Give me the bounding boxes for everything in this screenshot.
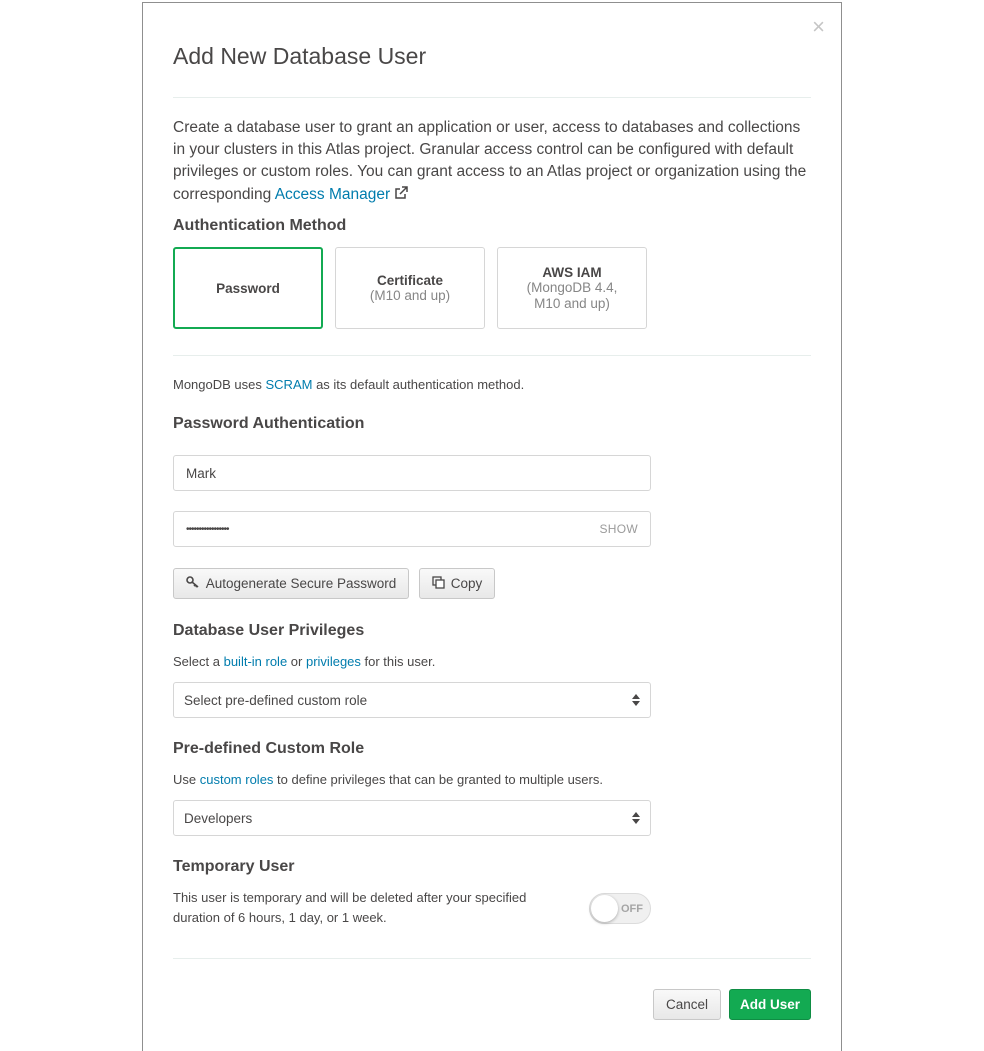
copy-icon — [432, 575, 445, 592]
custom-role-label: Pre-defined Custom Role — [173, 740, 365, 757]
temporary-user-desc: This user is temporary and will be delet… — [173, 890, 527, 925]
auth-option-aws-iam[interactable]: AWS IAM (MongoDB 4.4, M10 and up) — [497, 247, 647, 329]
auth-method-label: Authentication Method — [173, 217, 347, 234]
temporary-user-label: Temporary User — [173, 858, 295, 875]
privileges-select-value: Select pre-defined custom role — [184, 692, 368, 708]
custom-role-select-value: Developers — [184, 810, 253, 826]
custom-roles-link[interactable]: custom roles — [200, 772, 274, 787]
built-in-role-link[interactable]: built-in role — [224, 654, 288, 669]
scram-link[interactable]: SCRAM — [266, 377, 313, 392]
privileges-desc-post: for this user. — [360, 654, 436, 669]
external-link-icon[interactable] — [394, 186, 409, 202]
auth-option-password[interactable]: Password — [173, 247, 323, 329]
autogenerate-label: Autogenerate Secure Password — [205, 576, 397, 591]
auth-option-name: Certificate — [376, 272, 444, 288]
custom-role-desc-post: to define privileges that can be granted… — [273, 772, 603, 787]
password-auth-label: Password Authentication — [173, 415, 365, 432]
intro-text: Create a database user to grant an appli… — [173, 117, 813, 206]
auth-option-name: AWS IAM — [542, 264, 602, 280]
copy-button[interactable]: Copy — [419, 568, 495, 599]
toggle-state-label: OFF — [621, 903, 643, 915]
privileges-desc-mid: or — [287, 654, 306, 669]
username-value: Mark — [186, 465, 216, 481]
intro-body: Create a database user to grant an appli… — [173, 119, 807, 203]
auth-option-sub: (MongoDB 4.4, M10 and up) — [526, 279, 618, 311]
key-icon — [185, 576, 200, 591]
cancel-button[interactable]: Cancel — [653, 989, 721, 1020]
modal-title: Add New Database User — [173, 43, 427, 69]
custom-role-desc: Use custom roles to define privileges th… — [173, 772, 603, 787]
password-value: ••••••••••••••••• — [186, 523, 230, 535]
divider — [173, 97, 811, 98]
custom-role-select[interactable]: Developers — [173, 800, 651, 836]
scram-note-post: as its default authentication method. — [312, 377, 525, 392]
access-manager-link[interactable]: Access Manager — [275, 186, 390, 203]
autogenerate-password-button[interactable]: Autogenerate Secure Password — [173, 568, 409, 599]
privileges-desc: Select a built-in role or privileges for… — [173, 654, 435, 669]
divider — [173, 355, 811, 356]
username-input[interactable]: Mark — [173, 455, 651, 491]
privileges-link[interactable]: privileges — [306, 654, 361, 669]
privileges-select[interactable]: Select pre-defined custom role — [173, 682, 651, 718]
close-icon[interactable]: × — [812, 16, 825, 38]
select-arrows-icon — [632, 694, 640, 706]
divider — [173, 958, 811, 959]
custom-role-desc-pre: Use — [173, 772, 200, 787]
temporary-user-toggle[interactable]: OFF — [589, 893, 651, 924]
add-user-button[interactable]: Add User — [729, 989, 811, 1020]
auth-option-name: Password — [216, 280, 280, 296]
password-input[interactable]: ••••••••••••••••• SHOW — [173, 511, 651, 547]
privileges-desc-pre: Select a — [173, 654, 224, 669]
scram-note: MongoDB uses SCRAM as its default authen… — [173, 377, 524, 392]
select-arrows-icon — [632, 812, 640, 824]
scram-note-pre: MongoDB uses — [173, 377, 266, 392]
copy-label: Copy — [450, 576, 483, 591]
privileges-label: Database User Privileges — [173, 622, 365, 639]
auth-option-sub: (M10 and up) — [369, 287, 451, 303]
toggle-knob — [591, 895, 618, 922]
show-password-button[interactable]: SHOW — [599, 522, 638, 536]
auth-option-certificate[interactable]: Certificate (M10 and up) — [335, 247, 485, 329]
add-user-modal: × Add New Database User Create a databas… — [142, 2, 842, 1051]
